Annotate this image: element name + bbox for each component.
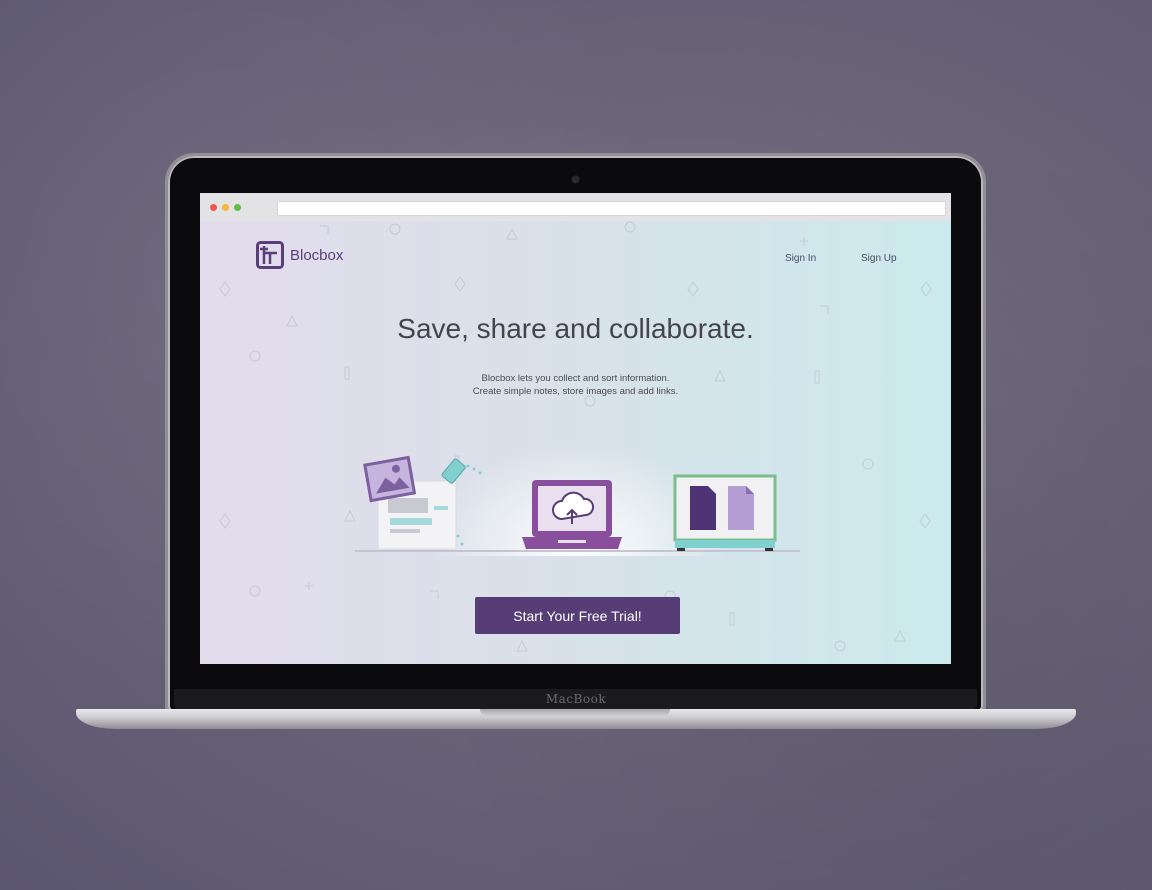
sign-in-link[interactable]: Sign In: [785, 253, 816, 264]
hero-subtitle-line2: Create simple notes, store images and ad…: [472, 386, 679, 397]
start-free-trial-button[interactable]: Start Your Free Trial!: [475, 597, 680, 634]
camera-icon: [572, 176, 579, 183]
window-close-icon[interactable]: [210, 204, 217, 211]
hero-illustration: [355, 436, 800, 556]
laptop-screen: Blocbox Sign In Sign Up Save, share and …: [200, 193, 951, 664]
device-brand: MacBook: [545, 692, 607, 706]
logo[interactable]: Blocbox: [256, 241, 343, 269]
laptop-notch: [480, 709, 670, 717]
hero-title: Save, share and collaborate.: [397, 313, 754, 344]
blocbox-logo-icon: [256, 241, 284, 269]
window-minimize-icon[interactable]: [222, 204, 229, 211]
sign-up-link[interactable]: Sign Up: [861, 253, 897, 264]
address-bar[interactable]: [277, 201, 946, 216]
logo-text: Blocbox: [290, 246, 344, 264]
browser-toolbar: [200, 193, 951, 222]
cloud-upload-laptop-icon: [522, 480, 622, 549]
documents-monitor-icon: [673, 474, 777, 551]
landing-page: Blocbox Sign In Sign Up Save, share and …: [200, 221, 951, 664]
window-maximize-icon[interactable]: [234, 204, 241, 211]
hero-subtitle-line1: Blocbox lets you collect and sort inform…: [481, 373, 670, 384]
hero-subtitle: Blocbox lets you collect and sort inform…: [200, 372, 951, 398]
